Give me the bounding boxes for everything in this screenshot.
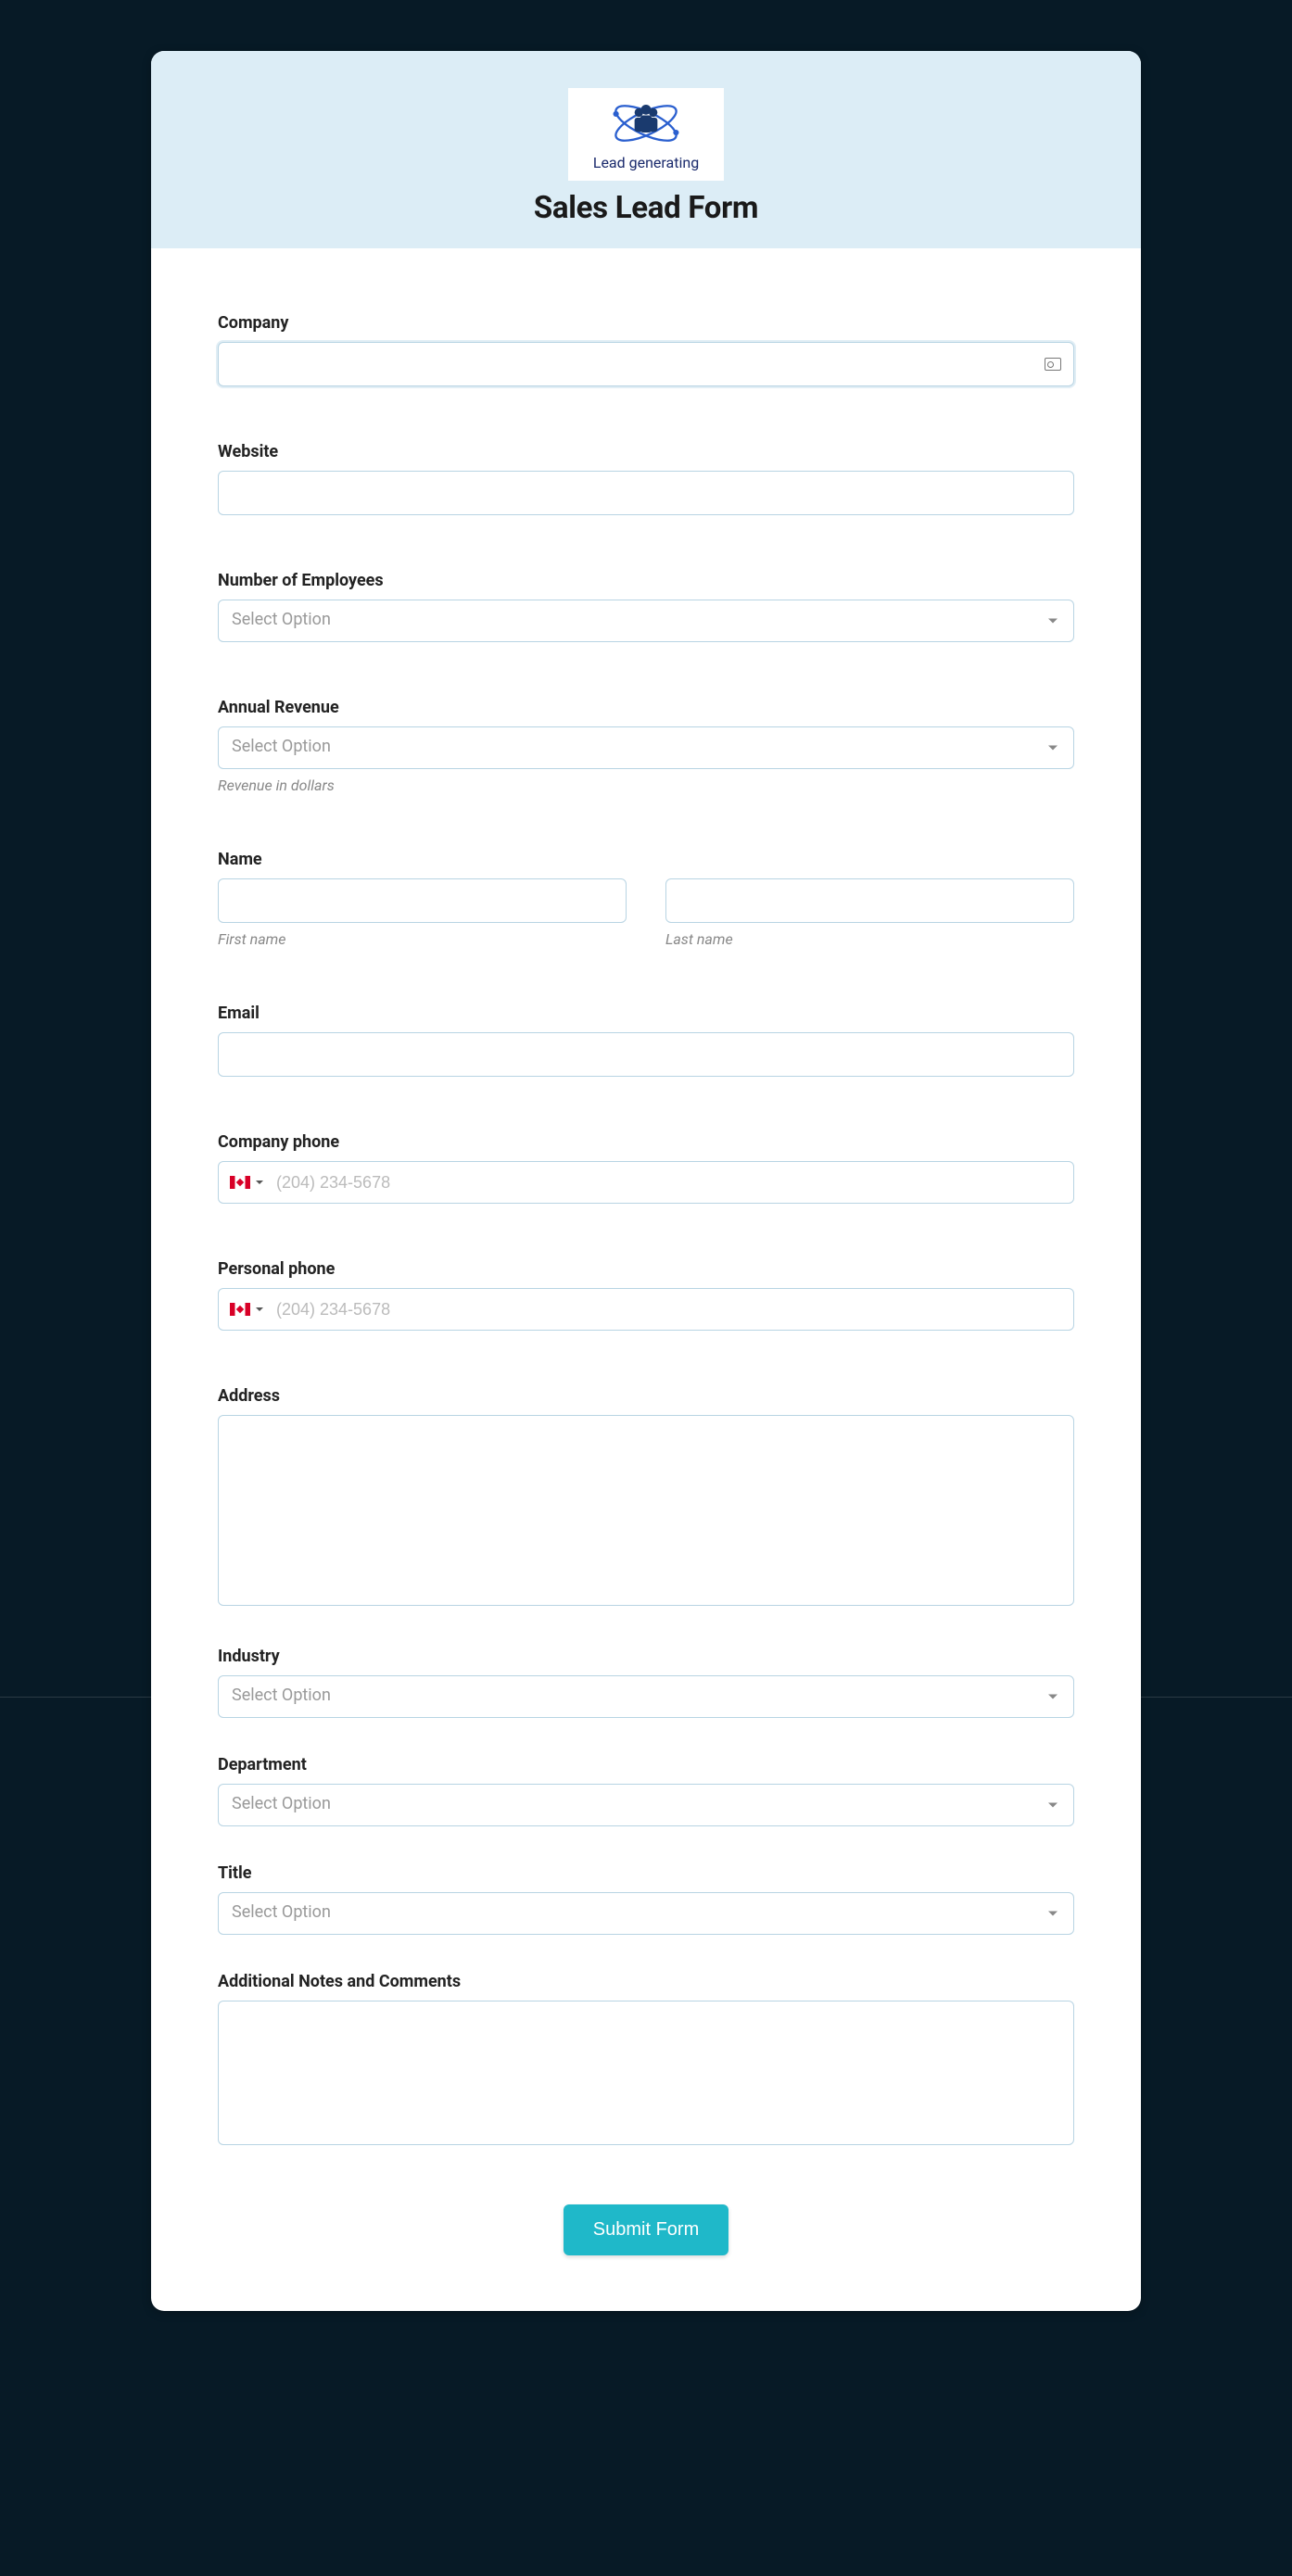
first-name-input[interactable] [218,878,627,923]
field-address: Address [218,1386,1074,1610]
name-label: Name [218,850,1074,869]
field-website: Website [218,442,1074,515]
title-label: Title [218,1863,1074,1883]
field-company: Company [218,313,1074,386]
website-label: Website [218,442,1074,461]
last-name-input[interactable] [665,878,1074,923]
logo-icon [609,98,683,148]
field-industry: Industry Select Option [218,1647,1074,1718]
industry-label: Industry [218,1647,1074,1666]
title-select[interactable]: Select Option [218,1892,1074,1935]
company-phone-label: Company phone [218,1132,1074,1152]
chevron-down-icon [256,1307,263,1311]
revenue-label: Annual Revenue [218,698,1074,717]
company-phone-input[interactable] [276,1173,1062,1193]
email-input[interactable] [218,1032,1074,1077]
employees-select[interactable]: Select Option [218,600,1074,642]
field-name: Name First name Last name [218,850,1074,948]
field-title: Title Select Option [218,1863,1074,1935]
submit-wrap: Submit Form [218,2204,1074,2255]
revenue-helper: Revenue in dollars [218,777,1074,794]
field-notes: Additional Notes and Comments [218,1972,1074,2149]
company-label: Company [218,313,1074,333]
notes-label: Additional Notes and Comments [218,1972,1074,1991]
page-title: Sales Lead Form [170,190,1122,226]
department-label: Department [218,1755,1074,1774]
canada-flag-icon [230,1303,250,1316]
personal-phone-label: Personal phone [218,1259,1074,1279]
field-department: Department Select Option [218,1755,1074,1826]
last-name-helper: Last name [665,930,1074,948]
personal-phone-input[interactable] [276,1300,1062,1320]
logo-text: Lead generating [593,154,699,171]
first-name-helper: First name [218,930,627,948]
employees-label: Number of Employees [218,571,1074,590]
address-label: Address [218,1386,1074,1406]
field-personal-phone: Personal phone [218,1259,1074,1331]
canada-flag-icon [230,1176,250,1189]
website-input[interactable] [218,471,1074,515]
chevron-down-icon [256,1181,263,1184]
submit-button[interactable]: Submit Form [564,2204,728,2255]
personal-phone-wrap [218,1288,1074,1331]
address-textarea[interactable] [218,1415,1074,1606]
contact-card-icon [1045,358,1061,371]
field-revenue: Annual Revenue Select Option Revenue in … [218,698,1074,794]
field-email: Email [218,1004,1074,1077]
field-employees: Number of Employees Select Option [218,571,1074,642]
email-label: Email [218,1004,1074,1023]
form-body: Company Website Number of Employees Sele… [151,248,1141,2311]
country-flag-selector[interactable] [230,1303,263,1316]
field-company-phone: Company phone [218,1132,1074,1204]
company-phone-wrap [218,1161,1074,1204]
country-flag-selector[interactable] [230,1176,263,1189]
department-select[interactable]: Select Option [218,1784,1074,1826]
company-input[interactable] [218,342,1074,386]
form-card: Lead generating Sales Lead Form Company … [151,51,1141,2311]
logo: Lead generating [568,88,724,181]
industry-select[interactable]: Select Option [218,1675,1074,1718]
notes-textarea[interactable] [218,2001,1074,2145]
form-header: Lead generating Sales Lead Form [151,51,1141,248]
revenue-select[interactable]: Select Option [218,726,1074,769]
